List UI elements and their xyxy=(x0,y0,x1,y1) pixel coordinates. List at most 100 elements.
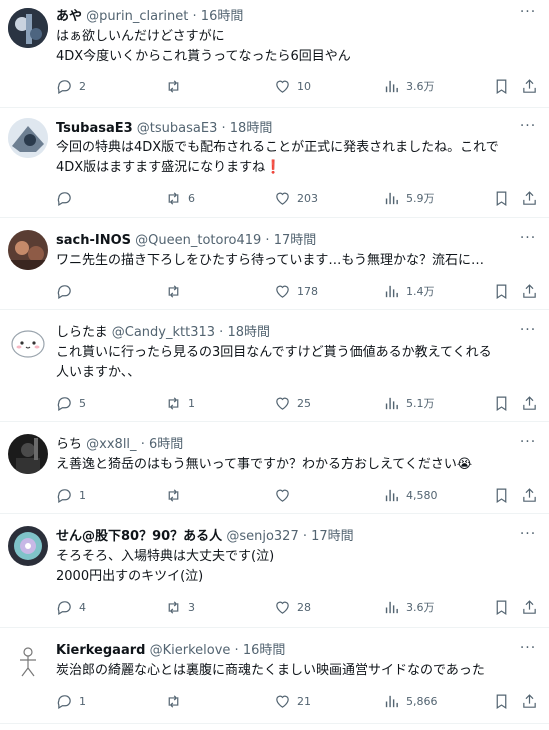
display-name[interactable]: らち xyxy=(56,437,82,452)
share-icon xyxy=(523,599,536,614)
tweet-text: ワニ先生の描き下ろしをひたすら待っています…もう無理かな？流石に… xyxy=(56,251,529,271)
retweet-button[interactable] xyxy=(165,281,188,301)
reply-button[interactable]: 1 xyxy=(56,691,86,711)
bookmark-button[interactable] xyxy=(493,597,510,617)
bookmark-button[interactable] xyxy=(493,393,510,413)
views-button[interactable]: 1.4万 xyxy=(383,281,435,301)
reply-button[interactable]: 2 xyxy=(56,76,86,96)
reply-button[interactable]: 4 xyxy=(56,597,86,617)
more-icon[interactable]: ··· xyxy=(517,641,539,660)
like-button[interactable]: 10 xyxy=(274,76,311,96)
bookmark-button[interactable] xyxy=(493,188,510,208)
display-name[interactable]: あや xyxy=(56,9,82,24)
share-button[interactable] xyxy=(521,691,538,711)
timestamp[interactable]: 17時間 xyxy=(311,529,354,544)
separator-dot: · xyxy=(265,233,270,248)
user-handle[interactable]: @Candy_ktt313 xyxy=(112,325,215,340)
share-button[interactable] xyxy=(521,597,538,617)
user-handle[interactable]: @tsubasaE3 xyxy=(137,121,218,136)
bookmark-button[interactable] xyxy=(493,76,510,96)
views-button[interactable]: 3.6万 xyxy=(383,76,435,96)
user-handle[interactable]: @Queen_totoro419 xyxy=(135,233,261,248)
tweet-text: これ貰いに行ったら見るの3回目なんですけど貰う価値あるか教えてくれる 人いますか… xyxy=(56,343,529,383)
tweet[interactable]: あや @purin_clarinet · 16時間 ··· はぁ欲しいんだけどさ… xyxy=(0,0,549,108)
tweet[interactable]: sach-INOS @Queen_totoro419 · 17時間 ··· ワニ… xyxy=(0,218,549,310)
avatar[interactable] xyxy=(8,230,48,270)
like-count: 203 xyxy=(297,191,318,205)
like-button[interactable] xyxy=(274,485,297,505)
display-name[interactable]: せん@股下80？90？ある人 xyxy=(56,529,222,544)
like-button[interactable]: 28 xyxy=(274,597,311,617)
share-icon xyxy=(523,487,536,502)
user-handle[interactable]: @Kierkelove xyxy=(150,643,231,658)
display-name[interactable]: TsubasaE3 xyxy=(56,121,133,136)
reply-count: 4 xyxy=(79,600,86,614)
retweet-button[interactable] xyxy=(165,76,188,96)
display-name[interactable]: sach-INOS xyxy=(56,233,131,248)
avatar[interactable] xyxy=(8,322,48,362)
like-button[interactable]: 203 xyxy=(274,188,318,208)
reply-button[interactable]: 5 xyxy=(56,393,86,413)
avatar[interactable] xyxy=(8,434,48,474)
views-button[interactable]: 3.6万 xyxy=(383,597,435,617)
timestamp[interactable]: 16時間 xyxy=(201,9,244,24)
bookmark-button[interactable] xyxy=(493,691,510,711)
heart-icon xyxy=(276,80,289,93)
views-button[interactable]: 5.1万 xyxy=(383,393,435,413)
tweet[interactable]: Kierkegaard @Kierkelove · 16時間 ··· 炭治郎の綺… xyxy=(0,628,549,724)
share-button[interactable] xyxy=(521,393,538,413)
timestamp[interactable]: 16時間 xyxy=(243,643,286,658)
share-button[interactable] xyxy=(521,188,538,208)
retweet-icon xyxy=(168,694,179,708)
avatar[interactable] xyxy=(8,118,48,158)
like-button[interactable]: 178 xyxy=(274,281,318,301)
retweet-button[interactable] xyxy=(165,691,188,711)
reply-button[interactable]: 1 xyxy=(56,485,86,505)
share-button[interactable] xyxy=(521,281,538,301)
more-icon[interactable]: ··· xyxy=(517,323,539,342)
views-button[interactable]: 5,866 xyxy=(383,691,438,711)
share-button[interactable] xyxy=(521,485,538,505)
user-handle[interactable]: @senjo327 xyxy=(226,529,298,544)
more-icon[interactable]: ··· xyxy=(517,231,539,250)
timestamp[interactable]: 18時間 xyxy=(227,325,270,340)
reply-button[interactable] xyxy=(56,188,79,208)
timestamp[interactable]: 18時間 xyxy=(230,121,273,136)
timestamp[interactable]: 17時間 xyxy=(274,233,317,248)
retweet-count: 6 xyxy=(188,191,195,205)
avatar[interactable] xyxy=(8,8,48,48)
like-button[interactable]: 21 xyxy=(274,691,311,711)
like-button[interactable]: 25 xyxy=(274,393,311,413)
tweet[interactable]: TsubasaE3 @tsubasaE3 · 18時間 ··· 今回の特典は4D… xyxy=(0,108,549,218)
user-handle[interactable]: @purin_clarinet xyxy=(86,9,188,24)
display-name[interactable]: Kierkegaard xyxy=(56,643,145,658)
more-icon[interactable]: ··· xyxy=(517,119,539,138)
views-icon xyxy=(385,80,398,92)
tweet[interactable]: せん@股下80？90？ある人 @senjo327 · 17時間 ··· そろそろ… xyxy=(0,514,549,628)
tweet[interactable]: らち @xx8ll_ · 6時間 ··· え善逸と猗岳のはもう無いって事ですか？… xyxy=(0,422,549,514)
timestamp[interactable]: 6時間 xyxy=(149,437,183,452)
display-name[interactable]: しらたま xyxy=(56,325,108,340)
retweet-count: 1 xyxy=(188,396,195,410)
bookmark-button[interactable] xyxy=(493,281,510,301)
retweet-button[interactable] xyxy=(165,485,188,505)
separator-dot: · xyxy=(221,121,226,136)
retweet-button[interactable]: 1 xyxy=(165,393,195,413)
user-handle[interactable]: @xx8ll_ xyxy=(86,437,136,452)
retweet-button[interactable]: 3 xyxy=(165,597,195,617)
avatar[interactable] xyxy=(8,640,48,680)
tweet[interactable]: しらたま @Candy_ktt313 · 18時間 ··· これ貰いに行ったら見… xyxy=(0,310,549,422)
retweet-button[interactable]: 6 xyxy=(165,188,195,208)
more-icon[interactable]: ··· xyxy=(517,435,539,454)
views-button[interactable]: 5.9万 xyxy=(383,188,435,208)
more-icon[interactable]: ··· xyxy=(517,527,539,546)
more-icon[interactable]: ··· xyxy=(517,5,539,24)
avatar[interactable] xyxy=(8,526,48,566)
reply-button[interactable] xyxy=(56,281,79,301)
heart-icon xyxy=(276,489,289,502)
retweet-icon xyxy=(168,79,179,93)
share-button[interactable] xyxy=(521,76,538,96)
tweet-text-line: そろそろ、入場特典は大丈夫です(泣) xyxy=(56,549,275,564)
views-button[interactable]: 4,580 xyxy=(383,485,438,505)
bookmark-button[interactable] xyxy=(493,485,510,505)
